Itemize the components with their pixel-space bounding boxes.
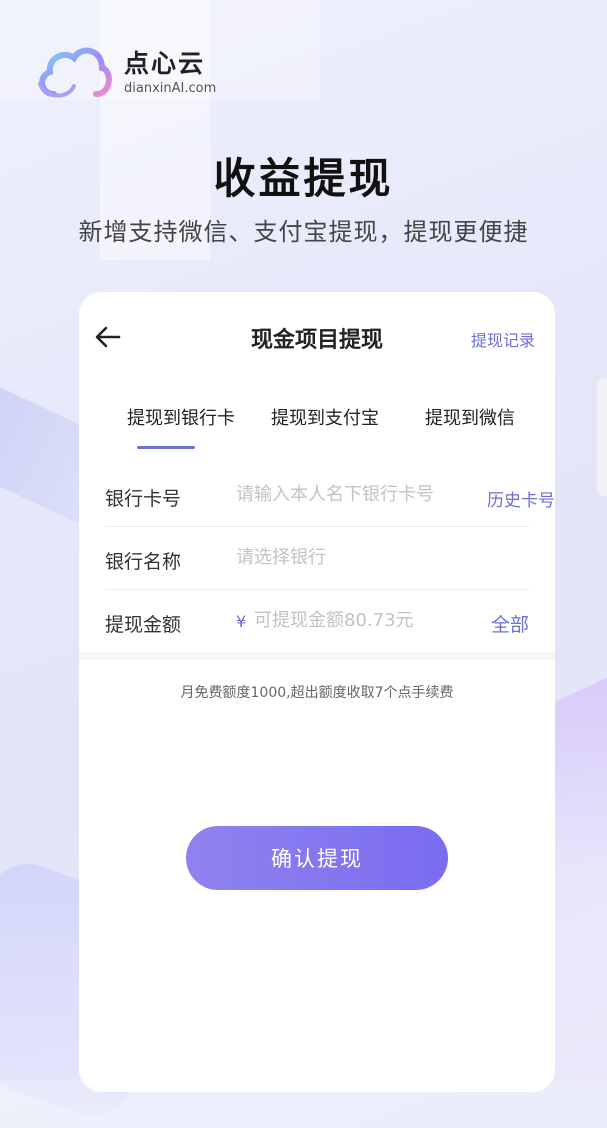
active-tab-indicator [137,446,195,449]
brand-domain: dianxinAI.com [124,81,217,96]
yen-icon: ¥ [236,612,247,631]
withdraw-card: 现金项目提现 提现记录 提现到银行卡 提现到支付宝 提现到微信 银行卡号 历史卡… [79,292,555,1092]
amount-input[interactable] [254,610,484,631]
brand-name: 点心云 [124,49,206,78]
tab-wechat[interactable]: 提现到微信 [425,404,515,430]
withdraw-records-link[interactable]: 提现记录 [471,327,535,351]
withdraw-form: 银行卡号 历史卡号 银行名称 提现金额 ¥ 全部 [79,464,555,652]
card-number-row: 银行卡号 历史卡号 [105,464,555,527]
promo-subhead: 新增支持微信、支付宝提现，提现更便捷 [78,218,529,246]
scroll-edge [597,378,607,496]
nav-bar: 现金项目提现 提现记录 [79,292,555,384]
cloud-logo-icon [38,47,112,98]
brand-header: 点心云 dianxinAI.com [34,40,216,106]
tab-alipay[interactable]: 提现到支付宝 [271,404,379,430]
bank-name-label: 银行名称 [105,551,182,573]
card-number-input[interactable] [236,484,466,505]
bank-name-row[interactable]: 银行名称 [105,527,529,590]
section-divider [79,652,555,660]
tab-bank-card[interactable]: 提现到银行卡 [127,404,235,430]
history-cards-link[interactable]: 历史卡号 [487,486,555,511]
fee-note: 月免费额度1000,超出额度收取7个点手续费 [180,685,454,701]
promo-headline: 收益提现 [213,154,394,203]
amount-label: 提现金额 [105,614,182,636]
withdraw-all-button[interactable]: 全部 [491,610,529,637]
confirm-withdraw-button[interactable]: 确认提现 [186,826,448,890]
withdraw-method-tabs: 提现到银行卡 提现到支付宝 提现到微信 [79,384,555,464]
card-number-label: 银行卡号 [105,488,182,510]
amount-row: 提现金额 ¥ 全部 [105,590,529,652]
bank-select-field[interactable] [236,547,466,568]
